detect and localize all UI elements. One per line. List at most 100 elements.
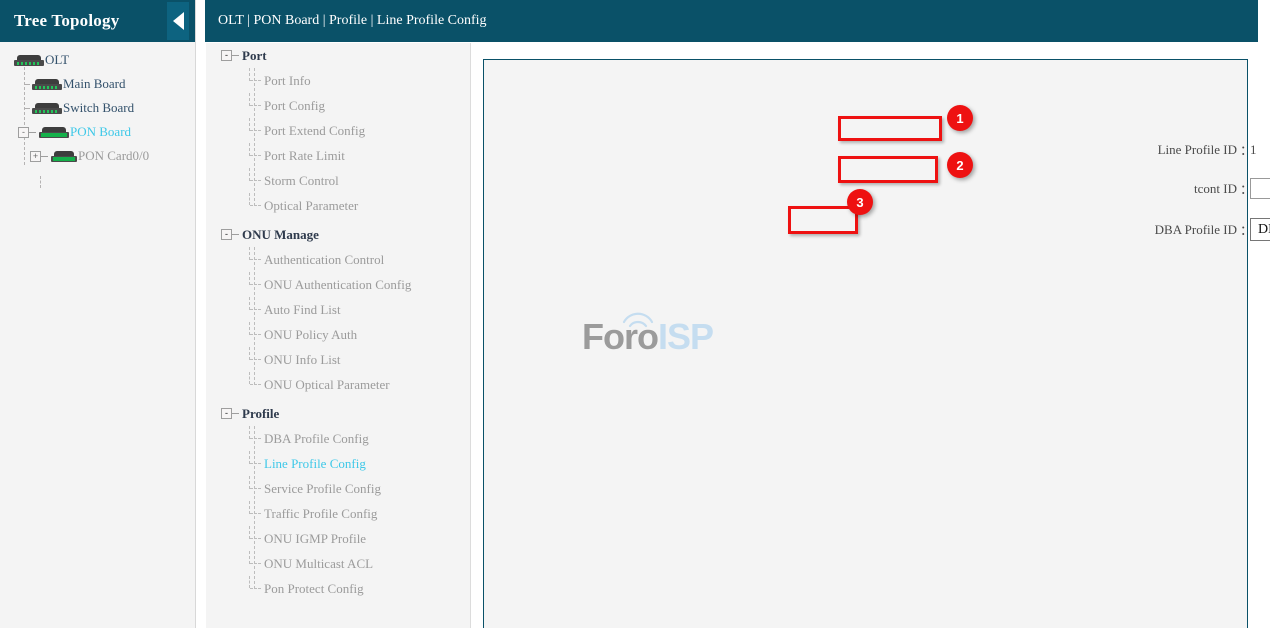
line-profile-form: Foro ISP Line Profile ID ： 1 tcont ID ： xyxy=(483,59,1248,628)
menu-group-label: Port xyxy=(242,48,267,64)
tree-branch-icon xyxy=(249,328,263,341)
collapse-toggle-icon[interactable]: - xyxy=(221,229,232,240)
menu-item-label: Optical Parameter xyxy=(264,198,358,214)
content-area: Foro ISP Line Profile ID ： 1 tcont ID ： xyxy=(472,43,1270,628)
board-icon xyxy=(32,79,62,90)
menu-item-port-config[interactable]: Port Config xyxy=(206,93,470,118)
watermark-text-isp: ISP xyxy=(658,316,713,358)
board-icon xyxy=(39,127,69,138)
board-icon xyxy=(51,151,77,162)
expand-toggle-icon[interactable]: + xyxy=(30,151,41,162)
menu-item-onu-optical-parameter[interactable]: ONU Optical Parameter xyxy=(206,372,470,397)
tree-branch-icon xyxy=(249,457,263,470)
tree-connector-dash xyxy=(24,108,30,109)
tree-branch-icon xyxy=(249,253,263,266)
line-profile-id-row: Line Profile ID ： 1 xyxy=(1108,140,1257,159)
tree-branch-icon xyxy=(249,278,263,291)
menu-item-line-profile-config[interactable]: Line Profile Config xyxy=(206,451,470,476)
dba-profile-select[interactable]: DBA_1G xyxy=(1250,218,1270,241)
menu-item-onu-igmp-profile[interactable]: ONU IGMP Profile xyxy=(206,526,470,551)
menu-item-label: Storm Control xyxy=(264,173,339,189)
menu-item-dba-profile-config[interactable]: DBA Profile Config xyxy=(206,426,470,451)
tree-branch-icon xyxy=(249,507,263,520)
board-icon xyxy=(32,103,62,114)
menu-item-port-rate-limit[interactable]: Port Rate Limit xyxy=(206,143,470,168)
tree-branch-icon xyxy=(249,174,263,187)
collapse-toggle-icon[interactable]: - xyxy=(221,408,232,419)
tree-branch-icon xyxy=(249,582,263,595)
tree-node-label: PON Board xyxy=(70,124,131,140)
menu-item-auto-find-list[interactable]: Auto Find List xyxy=(206,297,470,322)
menu-group-label: ONU Manage xyxy=(242,227,319,243)
tree-branch-icon xyxy=(249,303,263,316)
tree-branch-line xyxy=(40,176,41,188)
annotation-badge-3: 3 xyxy=(847,189,873,215)
menu-item-label: DBA Profile Config xyxy=(264,431,369,447)
tree-connector-dash xyxy=(24,84,30,85)
triangle-left-icon[interactable] xyxy=(167,2,189,40)
menu-item-authentication-control[interactable]: Authentication Control xyxy=(206,247,470,272)
menu-item-storm-control[interactable]: Storm Control xyxy=(206,168,470,193)
menu-item-label: Port Extend Config xyxy=(264,123,365,139)
tree-branch-icon xyxy=(249,149,263,162)
tree-node-switch-board[interactable]: Switch Board xyxy=(0,96,195,120)
menu-item-pon-protect-config[interactable]: Pon Protect Config xyxy=(206,576,470,601)
menu-item-service-profile-config[interactable]: Service Profile Config xyxy=(206,476,470,501)
tree-connector-stub xyxy=(232,413,239,414)
menu-item-onu-policy-auth[interactable]: ONU Policy Auth xyxy=(206,322,470,347)
menu-item-label: ONU Multicast ACL xyxy=(264,556,373,572)
tree-connector-stub xyxy=(232,234,239,235)
tree-node-pon-card[interactable]: + PON Card0/0 xyxy=(0,144,195,168)
dba-profile-id-label: DBA Profile ID xyxy=(1108,222,1240,238)
tree-node-label: Switch Board xyxy=(63,100,134,116)
application-window: Tree Topology OLT Main B xyxy=(0,0,1270,628)
tree-node-olt[interactable]: OLT xyxy=(0,48,195,72)
tree-branch-icon xyxy=(249,353,263,366)
tree-branch-icon xyxy=(249,482,263,495)
tree-branch-icon xyxy=(249,557,263,570)
menu-item-onu-info-list[interactable]: ONU Info List xyxy=(206,347,470,372)
menu-group-port: - Port Port Info Port Config Port Extend… xyxy=(206,43,470,218)
menu-item-optical-parameter[interactable]: Optical Parameter xyxy=(206,193,470,218)
tree-topology-panel: Tree Topology OLT Main B xyxy=(0,0,196,628)
tree-connector-stub xyxy=(232,55,239,56)
tree-topology-body: OLT Main Board Switch Board - xyxy=(0,42,195,628)
menu-item-label: ONU IGMP Profile xyxy=(264,531,366,547)
tree-node-pon-board[interactable]: - PON Board xyxy=(0,120,195,144)
tree-node-main-board[interactable]: Main Board xyxy=(0,72,195,96)
wifi-arcs-icon xyxy=(618,308,658,328)
line-profile-id-label: Line Profile ID xyxy=(1108,142,1240,158)
menu-group-onu-manage: - ONU Manage Authentication Control ONU … xyxy=(206,222,470,397)
menu-group-header[interactable]: - Profile xyxy=(206,401,470,426)
tree-topology-header: Tree Topology xyxy=(0,0,195,42)
collapse-arrow-glyph xyxy=(173,12,184,30)
collapse-toggle-icon[interactable]: - xyxy=(221,50,232,61)
tree-connector-stub xyxy=(41,156,48,157)
annotation-badge-2: 2 xyxy=(947,152,973,178)
menu-item-label: Port Rate Limit xyxy=(264,148,345,164)
menu-item-label: Port Info xyxy=(264,73,311,89)
menu-group-header[interactable]: - Port xyxy=(206,43,470,68)
menu-item-port-info[interactable]: Port Info xyxy=(206,68,470,93)
tree-branch-icon xyxy=(249,199,263,212)
board-icon xyxy=(14,55,44,66)
menu-item-port-extend-config[interactable]: Port Extend Config xyxy=(206,118,470,143)
menu-item-traffic-profile-config[interactable]: Traffic Profile Config xyxy=(206,501,470,526)
menu-item-label: Service Profile Config xyxy=(264,481,381,497)
menu-item-onu-multicast-acl[interactable]: ONU Multicast ACL xyxy=(206,551,470,576)
menu-item-onu-authentication-config[interactable]: ONU Authentication Config xyxy=(206,272,470,297)
tree-branch-icon xyxy=(249,124,263,137)
tree-connector-stub xyxy=(29,132,36,133)
breadcrumb-bar: OLT | PON Board | Profile | Line Profile… xyxy=(205,0,1258,42)
collapse-toggle-icon[interactable]: - xyxy=(18,127,29,138)
tree-branch-icon xyxy=(249,532,263,545)
menu-group-header[interactable]: - ONU Manage xyxy=(206,222,470,247)
tree-node-label: PON Card0/0 xyxy=(78,148,149,164)
tcont-id-input[interactable] xyxy=(1250,178,1270,199)
label-colon: ： xyxy=(1240,220,1250,239)
menu-item-label: ONU Authentication Config xyxy=(264,277,411,293)
label-colon: ： xyxy=(1240,179,1250,198)
menu-item-label: Traffic Profile Config xyxy=(264,506,377,522)
dba-profile-id-row: DBA Profile ID ： DBA_1G xyxy=(1108,218,1270,241)
menu-item-label: Auto Find List xyxy=(264,302,341,318)
